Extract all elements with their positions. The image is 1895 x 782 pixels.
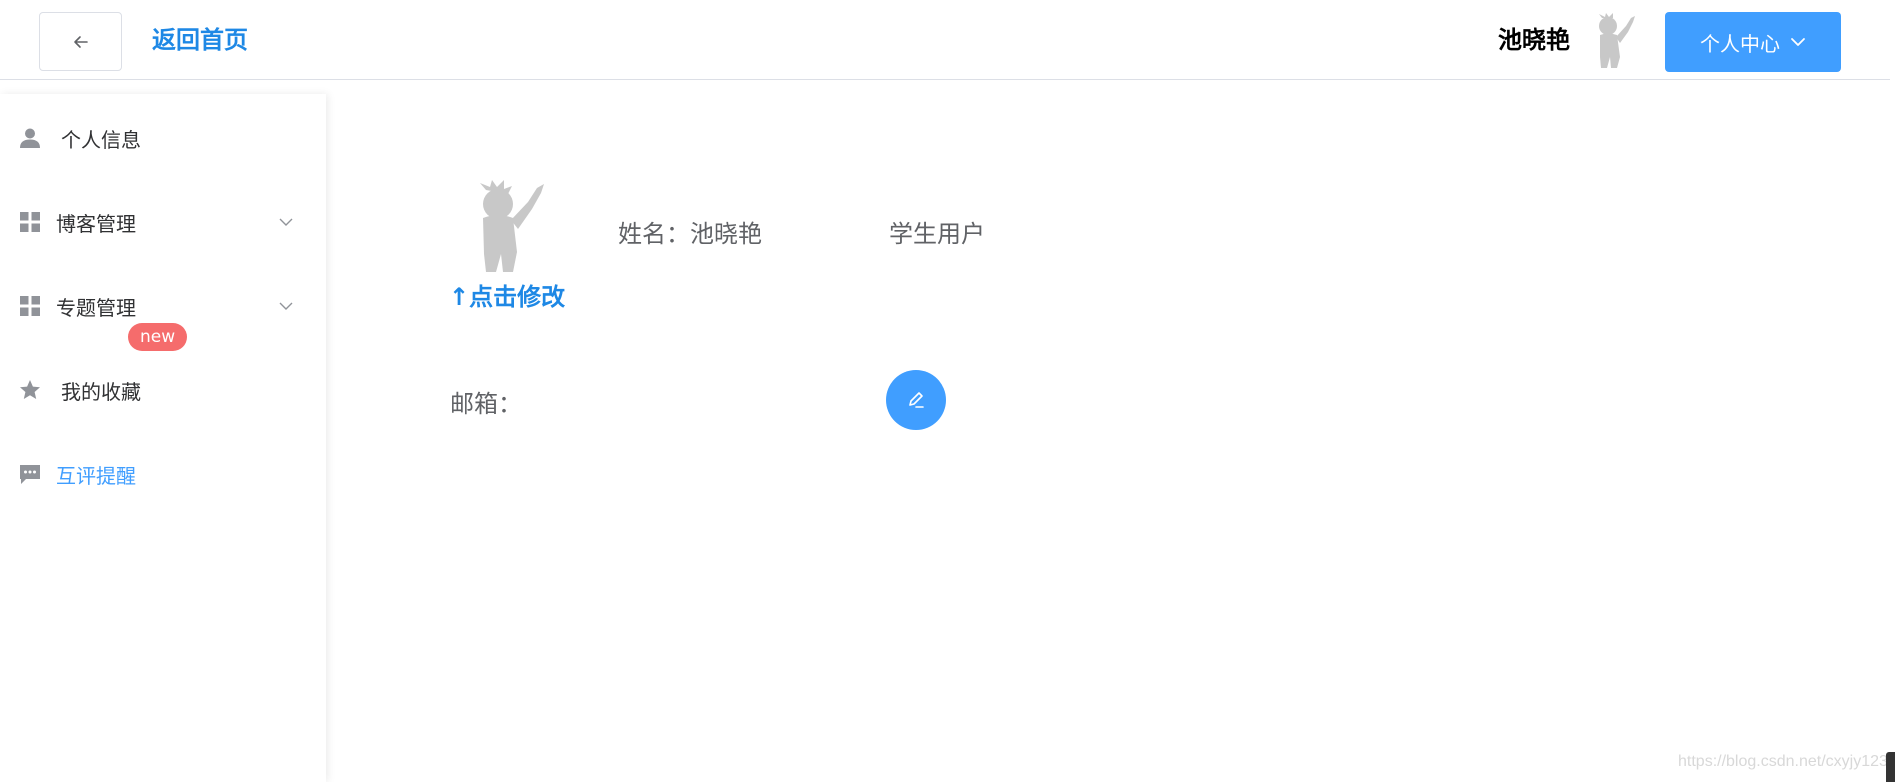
- sidebar-item-label: 互评提醒: [56, 463, 136, 488]
- user-icon: [20, 128, 40, 148]
- role-field: 学生用户: [889, 220, 985, 248]
- avatar[interactable]: [1590, 12, 1638, 70]
- scroll-handle[interactable]: [1886, 752, 1895, 782]
- edit-icon: [909, 392, 924, 408]
- star-icon: [20, 380, 40, 399]
- back-button[interactable]: [39, 12, 122, 71]
- sidebar-item-blog-management[interactable]: 博客管理: [0, 192, 326, 252]
- top-header: 返回首页 池晓艳 个人中心: [0, 0, 1890, 80]
- sidebar-item-label: 我的收藏: [61, 379, 141, 404]
- name-field: 姓名：池晓艳: [618, 220, 762, 248]
- chevron-down-icon: [279, 218, 293, 226]
- grid-icon: [20, 212, 40, 232]
- sidebar: 个人信息 博客管理 专题管理 我的收藏 互评提醒: [0, 94, 326, 782]
- personal-center-label: 个人中心: [1700, 31, 1780, 56]
- edit-email-button[interactable]: [886, 370, 946, 430]
- change-avatar-link[interactable]: ↑点击修改: [449, 281, 565, 313]
- page: 返回首页 池晓艳 个人中心 个人信息 博客管理 专题管理 我的收藏 互评提醒 n…: [0, 0, 1895, 782]
- new-badge: new: [128, 323, 188, 351]
- grid-icon: [20, 296, 40, 316]
- sidebar-item-label: 博客管理: [56, 211, 136, 236]
- chevron-down-icon: [279, 302, 293, 310]
- email-label: 邮箱：: [450, 390, 522, 418]
- sidebar-item-profile[interactable]: 个人信息: [0, 108, 326, 168]
- arrow-left-icon: [73, 35, 88, 48]
- sidebar-item-peer-review-reminder[interactable]: 互评提醒: [0, 444, 326, 504]
- personal-center-dropdown[interactable]: 个人中心: [1665, 12, 1841, 72]
- sidebar-item-label: 专题管理: [56, 295, 136, 320]
- profile-avatar[interactable]: [466, 178, 548, 274]
- chevron-down-icon: [1791, 38, 1805, 46]
- sidebar-item-label: 个人信息: [61, 127, 141, 152]
- sidebar-item-favorites[interactable]: 我的收藏: [0, 360, 326, 420]
- header-username: 池晓艳: [1498, 26, 1570, 54]
- chat-icon: [20, 465, 40, 484]
- home-link[interactable]: 返回首页: [152, 24, 248, 56]
- watermark: https://blog.csdn.net/cxyjy123: [1678, 753, 1888, 770]
